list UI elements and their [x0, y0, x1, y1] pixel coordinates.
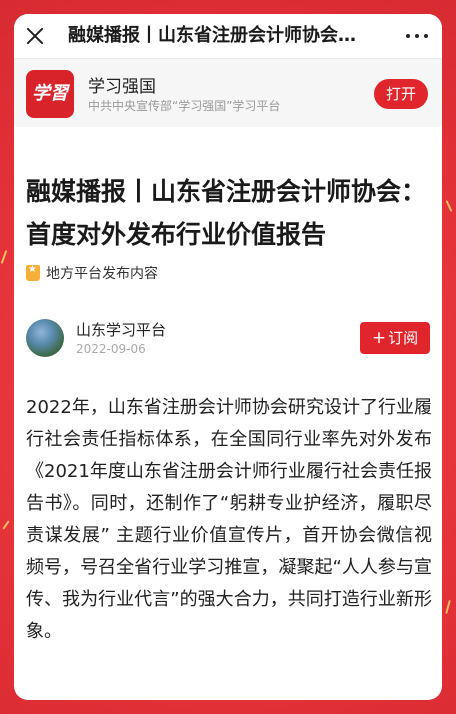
app-download-banner: 学習 学习强国 中共中央宣传部“学习强国”学习平台 打开 — [14, 59, 442, 127]
more-options-icon[interactable] — [406, 34, 428, 38]
author-row: 山东学习平台 2022-09-06 + 订阅 — [26, 316, 430, 360]
app-logo: 学習 — [26, 70, 74, 118]
app-subtitle: 中共中央宣传部“学习强国”学习平台 — [88, 99, 281, 113]
avatar[interactable] — [26, 319, 64, 357]
subscribe-label: 订阅 — [388, 329, 419, 347]
source-badge-label: 地方平台发布内容 — [46, 266, 158, 282]
plus-icon: + — [371, 328, 387, 348]
page-title: 融媒播报丨山东省注册会计师协会… — [68, 25, 356, 46]
subscribe-button[interactable]: + 订阅 — [360, 322, 430, 354]
top-nav-bar: 融媒播报丨山东省注册会计师协会… — [14, 14, 442, 59]
close-icon[interactable] — [24, 25, 46, 47]
article-body: 2022年，山东省注册会计师协会研究设计了行业履行社会责任指标体系，在全国同行业… — [26, 397, 432, 642]
article-card: 融媒播报丨山东省注册会计师协会… 学習 学习强国 中共中央宣传部“学习强国”学习… — [14, 14, 442, 700]
author-name[interactable]: 山东学习平台 — [76, 319, 166, 340]
open-app-button[interactable]: 打开 — [374, 79, 428, 109]
app-name: 学习强国 — [88, 77, 156, 97]
medal-icon — [26, 264, 40, 281]
publish-date: 2022-09-06 — [76, 342, 146, 356]
article-title: 融媒播报丨山东省注册会计师协会：首度对外发布行业价值报告 — [26, 177, 427, 249]
